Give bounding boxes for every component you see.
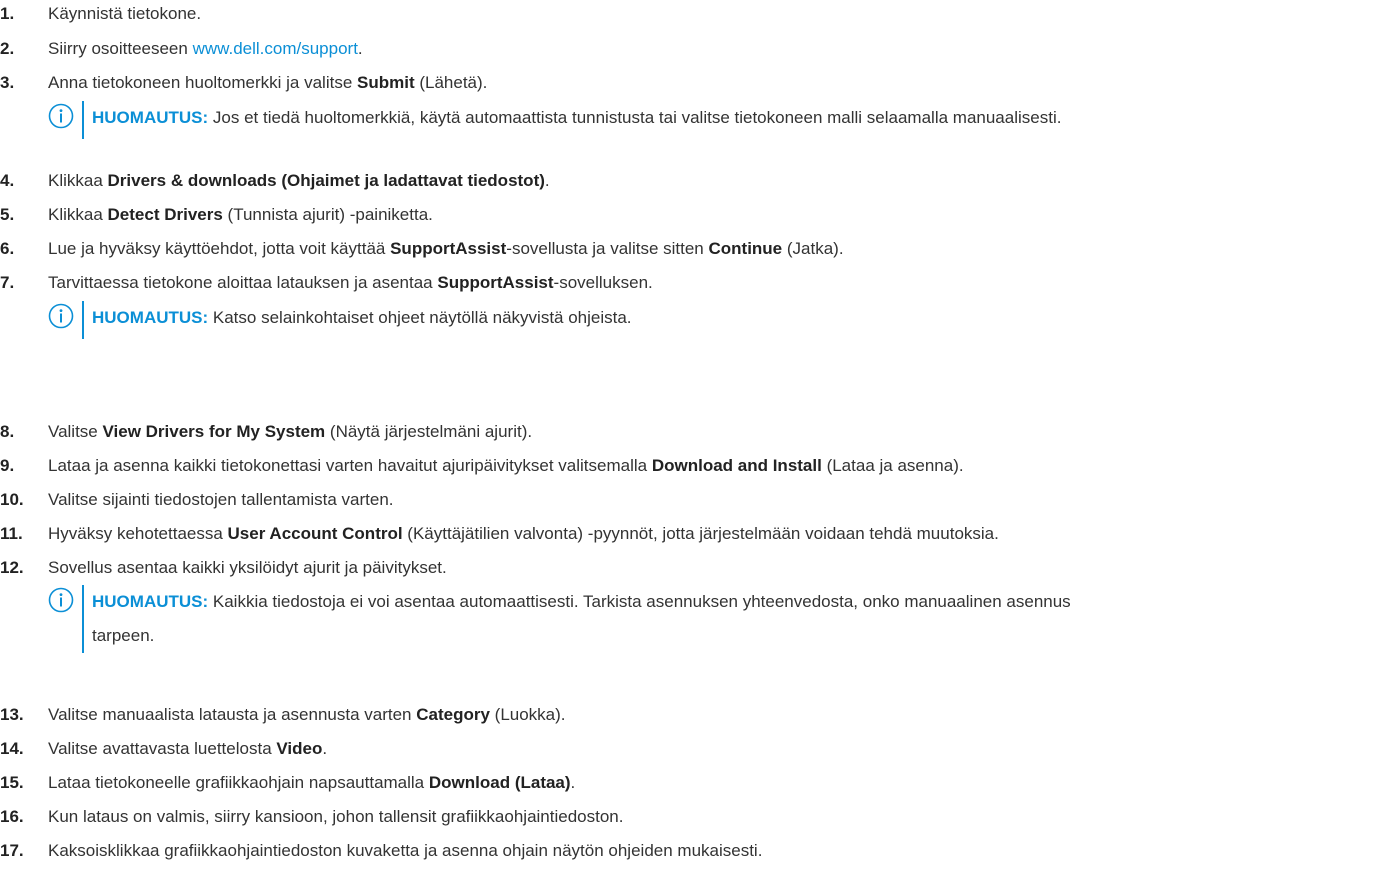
step-number: 9. [0, 456, 15, 475]
text-segment: . [357, 39, 363, 58]
text-segment: Lataa ja asenna kaikki tietokonettasi va… [48, 456, 652, 475]
text-segment: Käynnistä tietokone. [48, 4, 202, 23]
step-number: 16. [0, 807, 24, 826]
bold-term: Continue [708, 239, 783, 258]
step-text: Valitse View Drivers for My System (Näyt… [48, 420, 532, 444]
step-number: 5. [0, 205, 15, 224]
text-segment: . [544, 171, 550, 190]
step-number: 3. [0, 73, 15, 92]
dell-support-link[interactable]: www.dell.com/support [193, 39, 358, 58]
text-segment: Anna tietokoneen huoltomerkki ja valitse [48, 73, 358, 92]
text-segment: Sovellus asentaa kaikki yksilöidyt ajuri… [48, 558, 447, 577]
step-text: Klikkaa Detect Drivers (Tunnista ajurit)… [48, 203, 433, 227]
text-segment: (Käyttäjätilien valvonta) -pyynnöt, jott… [402, 524, 999, 543]
note-bar [82, 585, 84, 653]
step-number: 4. [0, 171, 15, 190]
text-segment: (Näytä järjestelmäni ajurit). [325, 422, 533, 441]
bold-term: SupportAssist [390, 239, 507, 258]
step-number: 1. [0, 4, 15, 23]
info-icon [48, 587, 74, 613]
bold-term: SupportAssist [437, 273, 554, 292]
text-segment: Kaksoisklikkaa grafiikkaohjaintiedoston … [48, 841, 763, 860]
step-text: Tarvittaessa tietokone aloittaa lataukse… [48, 271, 653, 295]
step-text: Valitse sijainti tiedostojen tallentamis… [48, 488, 394, 512]
step-number: 12. [0, 558, 24, 577]
note-3: HUOMAUTUS: Kaikkia tiedostoja ei voi ase… [48, 585, 1388, 653]
text-segment: (Tunnista ajurit) -painiketta. [222, 205, 433, 224]
step-number: 14. [0, 739, 24, 758]
text-segment: -sovellusta ja valitse sitten [506, 239, 709, 258]
step-text: Lataa tietokoneelle grafiikkaohjain naps… [48, 771, 575, 795]
note-text: HUOMAUTUS: Jos et tiedä huoltomerkkiä, k… [92, 101, 1061, 135]
note-2: HUOMAUTUS: Katso selainkohtaiset ohjeet … [48, 301, 1388, 339]
note-body: Katso selainkohtaiset ohjeet näytöllä nä… [212, 308, 632, 327]
bold-term: User Account Control [227, 524, 403, 543]
step-text: Kun lataus on valmis, siirry kansioon, j… [48, 805, 623, 829]
text-segment: Kun lataus on valmis, siirry kansioon, j… [48, 807, 624, 826]
text-segment: Tarvittaessa tietokone aloittaa lataukse… [48, 273, 438, 292]
step-number: 8. [0, 422, 15, 441]
text-segment: (Luokka). [489, 705, 566, 724]
bold-term: Detect Drivers [107, 205, 223, 224]
step-number: 6. [0, 239, 15, 258]
step-number: 11. [0, 524, 23, 543]
text-segment: -sovelluksen. [553, 273, 653, 292]
bold-term: Drivers & downloads (Ohjaimet ja ladatta… [107, 171, 545, 190]
text-segment: . [570, 773, 576, 792]
note-body: Kaikkia tiedostoja ei voi asentaa automa… [212, 592, 1071, 611]
step-number: 7. [0, 273, 15, 292]
note-body-continued: tarpeen. [92, 626, 155, 645]
note-label: HUOMAUTUS: [92, 308, 209, 327]
note-label: HUOMAUTUS: [92, 108, 209, 127]
step-number: 2. [0, 39, 15, 58]
step-text: Kaksoisklikkaa grafiikkaohjaintiedoston … [48, 839, 762, 863]
note-1: HUOMAUTUS: Jos et tiedä huoltomerkkiä, k… [48, 101, 1388, 139]
step-text: Sovellus asentaa kaikki yksilöidyt ajuri… [48, 556, 447, 580]
step-text: Klikkaa Drivers & downloads (Ohjaimet ja… [48, 169, 550, 193]
bold-term: View Drivers for My System [102, 422, 326, 441]
bold-term: Download and Install [651, 456, 822, 475]
step-number: 10. [0, 490, 24, 509]
info-icon [48, 103, 74, 129]
step-text: Hyväksy kehotettaessa User Account Contr… [48, 522, 999, 546]
bold-term: Video [276, 739, 323, 758]
text-segment: (Lataa ja asenna). [821, 456, 964, 475]
note-text: HUOMAUTUS: Kaikkia tiedostoja ei voi ase… [92, 585, 1071, 653]
text-segment: (Lähetä). [414, 73, 488, 92]
text-segment: Hyväksy kehotettaessa [48, 524, 228, 543]
note-bar [82, 301, 84, 339]
note-label: HUOMAUTUS: [92, 592, 209, 611]
bold-term: Category [416, 705, 490, 724]
step-text: Lataa ja asenna kaikki tietokonettasi va… [48, 454, 964, 478]
text-segment: Lue ja hyväksy käyttöehdot, jotta voit k… [48, 239, 391, 258]
step-text: Lue ja hyväksy käyttöehdot, jotta voit k… [48, 237, 844, 261]
text-segment: (Jatka). [782, 239, 844, 258]
text-segment: Valitse [48, 422, 103, 441]
note-text: HUOMAUTUS: Katso selainkohtaiset ohjeet … [92, 301, 632, 335]
text-segment: Lataa tietokoneelle grafiikkaohjain naps… [48, 773, 429, 792]
text-segment: . [322, 739, 328, 758]
step-number: 13. [0, 705, 24, 724]
step-text: Anna tietokoneen huoltomerkki ja valitse… [48, 71, 487, 95]
note-bar [82, 101, 84, 139]
step-number: 17. [0, 841, 24, 860]
step-text: Valitse avattavasta luettelosta Video. [48, 737, 327, 761]
step-text: Käynnistä tietokone. [48, 2, 201, 26]
text-segment: Valitse avattavasta luettelosta [48, 739, 277, 758]
bold-term: Submit [357, 73, 415, 92]
step-text: Valitse manuaalista latausta ja asennust… [48, 703, 566, 727]
bold-term: Download (Lataa) [428, 773, 571, 792]
step-number: 15. [0, 773, 24, 792]
text-segment: Klikkaa [48, 171, 108, 190]
text-segment: Valitse sijainti tiedostojen tallentamis… [48, 490, 394, 509]
note-body: Jos et tiedä huoltomerkkiä, käytä automa… [212, 108, 1062, 127]
info-icon [48, 303, 74, 329]
text-segment: Siirry osoitteeseen [48, 39, 193, 58]
step-text: Siirry osoitteeseen www.dell.com/support… [48, 37, 363, 61]
text-segment: Klikkaa [48, 205, 108, 224]
text-segment: Valitse manuaalista latausta ja asennust… [48, 705, 417, 724]
